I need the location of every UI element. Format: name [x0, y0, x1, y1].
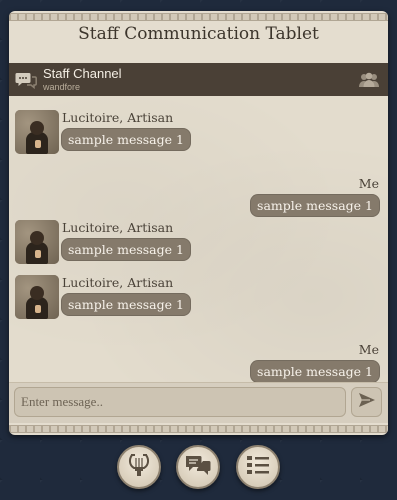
- avatar[interactable]: [15, 110, 59, 154]
- message-bubble: sample message 1: [61, 293, 191, 316]
- channel-header: Staff Channel wandfore: [9, 63, 388, 96]
- outgoing-message: Me sample message 1: [250, 342, 380, 383]
- message-sender: Lucitoire, Artisan: [62, 220, 174, 235]
- bottom-nav: [0, 445, 397, 489]
- incoming-message: Lucitoire, Artisan sample message 1: [15, 220, 191, 264]
- greek-key-border-bottom: [9, 425, 388, 433]
- channel-subtitle: wandfore: [43, 82, 81, 92]
- incoming-message: Lucitoire, Artisan sample message 1: [15, 110, 191, 154]
- send-button[interactable]: [351, 387, 382, 417]
- tablet-title: Staff Communication Tablet: [78, 24, 319, 44]
- greek-key-border-top: [9, 13, 388, 21]
- incoming-message: Lucitoire, Artisan sample message 1: [15, 275, 191, 319]
- message-sender: Lucitoire, Artisan: [62, 110, 174, 125]
- message-sender: Me: [358, 176, 379, 191]
- avatar[interactable]: [15, 220, 59, 264]
- send-arrow-icon: [358, 392, 376, 412]
- message-bubble: sample message 1: [61, 238, 191, 261]
- nav-chat-button[interactable]: [176, 445, 220, 489]
- message-bubble: sample message 1: [61, 128, 191, 151]
- channel-name: Staff Channel: [43, 66, 122, 81]
- nav-tasks-button[interactable]: [236, 445, 280, 489]
- lyre-icon: [127, 452, 151, 482]
- chat-bubbles-icon: [185, 454, 211, 480]
- avatar[interactable]: [15, 275, 59, 319]
- communication-tablet: Staff Communication Tablet Staff Channel…: [9, 11, 388, 435]
- message-bubble: sample message 1: [250, 360, 380, 383]
- message-input[interactable]: [14, 387, 346, 417]
- message-sender: Lucitoire, Artisan: [62, 275, 174, 290]
- message-sender: Me: [358, 342, 379, 357]
- nav-music-button[interactable]: [117, 445, 161, 489]
- message-bubble: sample message 1: [250, 194, 380, 217]
- composer: [9, 382, 388, 423]
- message-feed[interactable]: Lucitoire, Artisan sample message 1 Me s…: [9, 96, 388, 383]
- task-list-icon: [246, 454, 270, 480]
- outgoing-message: Me sample message 1: [250, 176, 380, 217]
- group-icon[interactable]: [358, 72, 380, 88]
- chat-bubbles-icon: [15, 71, 37, 89]
